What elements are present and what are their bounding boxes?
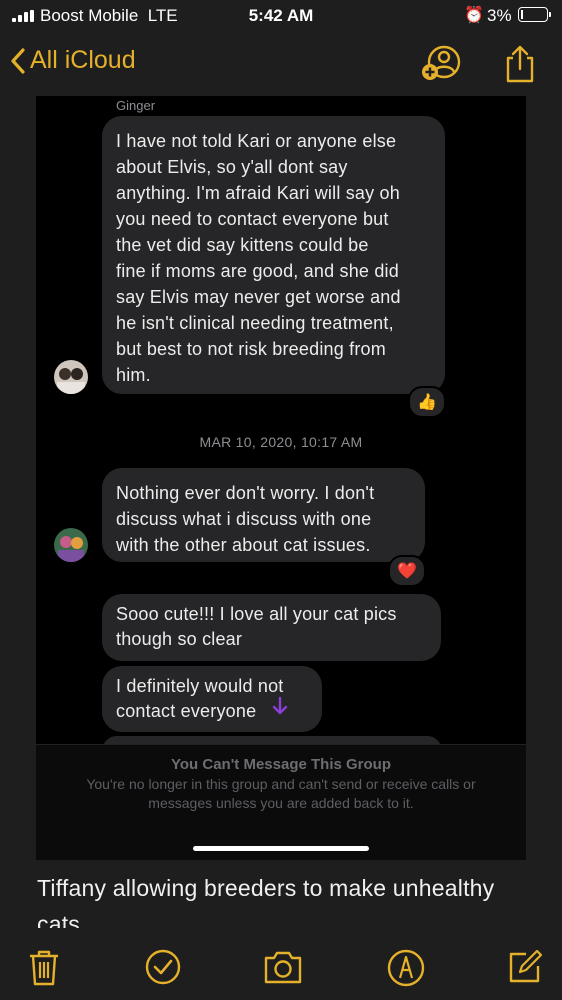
trash-icon[interactable] (26, 948, 62, 993)
note-body-text[interactable]: Tiffany allowing breeders to make unheal… (37, 870, 537, 928)
back-button[interactable]: All iCloud (10, 46, 136, 75)
camera-icon[interactable] (262, 948, 304, 991)
avatar-contact (54, 528, 88, 562)
heart-tapback[interactable]: ❤️ (388, 555, 426, 587)
add-person-icon[interactable] (420, 44, 464, 89)
status-bar: Boost Mobile LTE 5:42 AM ⏰ 3% (0, 0, 562, 34)
message-timestamp: MAR 10, 2020, 10:17 AM (199, 434, 363, 450)
sender-name: Ginger (116, 98, 156, 113)
chevron-left-icon (11, 47, 25, 74)
message-bubble-1[interactable]: I have not told Kari or anyone else abou… (102, 116, 445, 394)
battery-percent: 3% (487, 6, 512, 25)
scroll-down-icon[interactable] (262, 688, 298, 724)
thumbs-up-tapback[interactable]: 👍 (408, 386, 446, 418)
message-bubble-2[interactable]: Nothing ever don't worry. I don't discus… (102, 468, 425, 562)
nav-bar: All iCloud (0, 34, 562, 94)
compose-icon[interactable] (506, 948, 544, 991)
battery-icon (518, 7, 551, 22)
notice-body: You're no longer in this group and can't… (86, 776, 476, 811)
messages-screenshot[interactable]: Ginger I have not told Kari or anyone el… (36, 96, 526, 860)
alarm-icon: ⏰ (464, 7, 484, 24)
message-bubble-3[interactable]: Sooo cute!!! I love all your cat pics th… (102, 594, 441, 661)
notice-title: You Can't Message This Group (171, 756, 391, 773)
markup-icon[interactable] (386, 948, 426, 993)
home-indicator (193, 846, 369, 851)
bottom-toolbar (0, 940, 562, 1000)
checklist-icon[interactable] (144, 948, 182, 991)
group-notice: You Can't Message This Group You're no l… (36, 744, 526, 860)
battery-fill (521, 10, 523, 19)
avatar-ginger (54, 360, 88, 394)
back-label: All iCloud (30, 46, 136, 74)
share-icon[interactable] (502, 44, 538, 89)
